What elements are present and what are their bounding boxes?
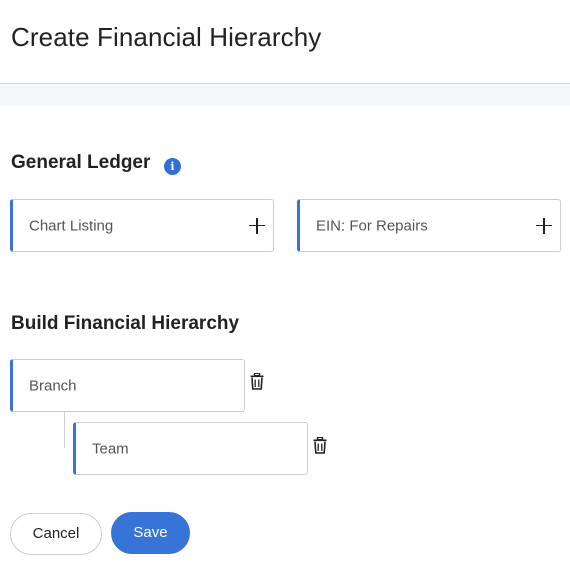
build-hierarchy-title: Build Financial Hierarchy: [11, 313, 240, 334]
ein-label: EIN: For Repairs: [316, 217, 428, 234]
chart-listing-label: Chart Listing: [29, 217, 114, 234]
plus-icon[interactable]: [536, 217, 552, 234]
hierarchy-node-branch[interactable]: Branch: [10, 359, 245, 412]
page-header: Create Financial Hierarchy: [0, 0, 570, 84]
branch-label: Branch: [29, 377, 77, 394]
page-title: Create Financial Hierarchy: [11, 22, 322, 52]
cancel-button[interactable]: Cancel: [10, 513, 102, 555]
trash-icon[interactable]: [250, 373, 264, 390]
trash-icon[interactable]: [313, 437, 327, 454]
hierarchy-node-team[interactable]: Team: [73, 422, 308, 475]
ein-card[interactable]: EIN: For Repairs: [297, 199, 561, 252]
save-button[interactable]: Save: [111, 512, 190, 554]
plus-icon[interactable]: [249, 217, 265, 234]
hierarchy-connector: [64, 411, 73, 448]
chart-listing-card[interactable]: Chart Listing: [10, 199, 274, 252]
team-label: Team: [92, 440, 129, 457]
header-band: [0, 84, 570, 106]
info-icon[interactable]: i: [164, 158, 181, 175]
general-ledger-title: General Ledger: [11, 152, 151, 173]
